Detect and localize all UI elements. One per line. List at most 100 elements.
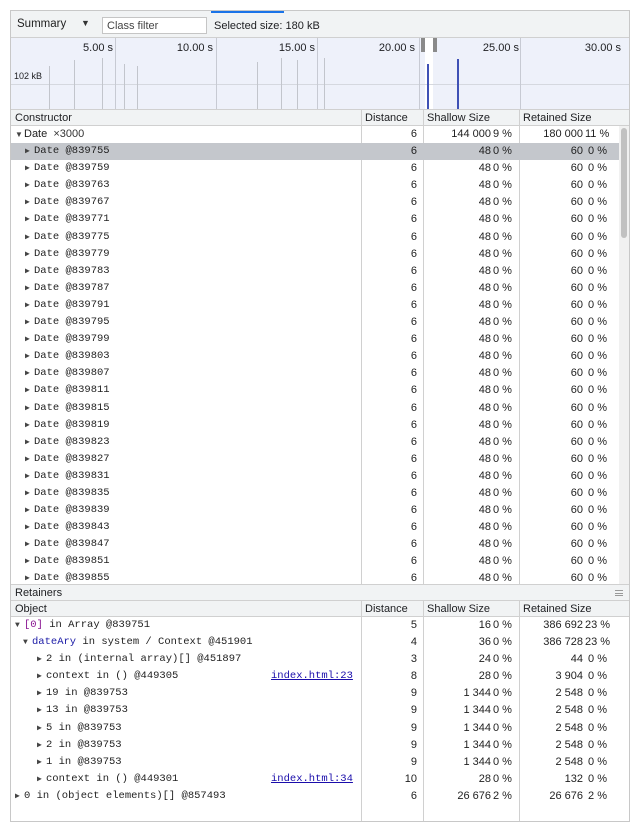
collapsed-triangle-icon[interactable]: ▶ [25, 451, 34, 468]
retainer-row[interactable]: ▶ 0 in (object elements)[] @857493 6 26 676… [11, 788, 619, 805]
table-row[interactable]: ▶ Date @839835 6 48 0 % 60 0 % [11, 485, 619, 502]
source-link[interactable]: index.html:34 [271, 771, 353, 788]
shallow-pct-cell: 0 % [493, 333, 512, 346]
distance-cell: 6 [410, 350, 417, 363]
constructor-group-row[interactable]: ▼Date ×3000 6 144 000 9 % 180 000 11 % [11, 126, 619, 143]
column-header-retained-size[interactable]: Retained Size [523, 112, 592, 124]
collapsed-triangle-icon[interactable]: ▶ [37, 702, 46, 719]
collapsed-triangle-icon[interactable]: ▶ [25, 348, 34, 365]
retainers-section-header[interactable]: Retainers [11, 584, 629, 601]
collapsed-triangle-icon[interactable]: ▶ [25, 143, 34, 160]
table-row[interactable]: ▶ Date @839843 6 48 0 % 60 0 % [11, 519, 619, 536]
range-right-handle[interactable] [433, 38, 437, 52]
table-row[interactable]: ▶ Date @839787 6 48 0 % 60 0 % [11, 280, 619, 297]
table-row[interactable]: ▶ Date @839807 6 48 0 % 60 0 % [11, 365, 619, 382]
allocation-timeline[interactable]: 102 kB 5.00 s 10.00 s 15.00 s 20.00 s 25… [11, 38, 629, 115]
collapsed-triangle-icon[interactable]: ▶ [37, 685, 46, 702]
collapsed-triangle-icon[interactable]: ▶ [37, 737, 46, 754]
collapsed-triangle-icon[interactable]: ▶ [25, 570, 34, 584]
table-row[interactable]: ▶ Date @839775 6 48 0 % 60 0 % [11, 229, 619, 246]
table-row[interactable]: ▶ Date @839783 6 48 0 % 60 0 % [11, 263, 619, 280]
collapsed-triangle-icon[interactable]: ▶ [15, 788, 24, 805]
retained-size-cell: 386 692 [543, 619, 583, 631]
retainer-row[interactable]: ▶ 13 in @839753 9 1 344 0 % 2 548 0 % [11, 702, 619, 719]
table-row[interactable]: ▶ Date @839819 6 48 0 % 60 0 % [11, 417, 619, 434]
collapsed-triangle-icon[interactable]: ▶ [37, 720, 46, 737]
collapsed-triangle-icon[interactable]: ▶ [25, 229, 34, 246]
collapsed-triangle-icon[interactable]: ▶ [25, 502, 34, 519]
collapsed-triangle-icon[interactable]: ▶ [25, 331, 34, 348]
table-row[interactable]: ▶ Date @839847 6 48 0 % 60 0 % [11, 536, 619, 553]
retainer-row[interactable]: ▶ 2 in @839753 9 1 344 0 % 2 548 0 % [11, 737, 619, 754]
collapsed-triangle-icon[interactable]: ▶ [37, 754, 46, 771]
collapsed-triangle-icon[interactable]: ▶ [25, 280, 34, 297]
table-row[interactable]: ▶ Date @839851 6 48 0 % 60 0 % [11, 553, 619, 570]
expanded-triangle-icon[interactable]: ▼ [23, 634, 32, 651]
view-select[interactable]: Summary ▼ [17, 18, 97, 32]
retainer-row[interactable]: ▶ 5 in @839753 9 1 344 0 % 2 548 0 % [11, 720, 619, 737]
table-row[interactable]: ▶ Date @839779 6 48 0 % 60 0 % [11, 246, 619, 263]
collapsed-triangle-icon[interactable]: ▶ [37, 771, 46, 788]
scroll-thumb[interactable] [621, 128, 627, 238]
collapsed-triangle-icon[interactable]: ▶ [25, 160, 34, 177]
retainer-row[interactable]: ▼ dateAry in system / Context @451901 4 36 0… [11, 634, 619, 651]
collapsed-triangle-icon[interactable]: ▶ [25, 365, 34, 382]
collapsed-triangle-icon[interactable]: ▶ [25, 177, 34, 194]
collapsed-triangle-icon[interactable]: ▶ [25, 417, 34, 434]
retainer-row[interactable]: ▶ 2 in (internal array)[] @451897 3 24 0 % 44… [11, 651, 619, 668]
collapsed-triangle-icon[interactable]: ▶ [25, 400, 34, 417]
table-row[interactable]: ▶ Date @839763 6 48 0 % 60 0 % [11, 177, 619, 194]
retained-pct-cell: 0 % [588, 384, 607, 397]
table-row[interactable]: ▶ Date @839767 6 48 0 % 60 0 % [11, 194, 619, 211]
table-row[interactable]: ▶ Date @839755 6 48 0 % 60 0 % [11, 143, 619, 161]
retained-pct-cell: 0 % [588, 452, 607, 465]
collapsed-triangle-icon[interactable]: ▶ [25, 519, 34, 536]
table-row[interactable]: ▶ Date @839759 6 48 0 % 60 0 % [11, 160, 619, 177]
retainer-row[interactable]: ▶ 19 in @839753 9 1 344 0 % 2 548 0 % [11, 685, 619, 702]
expanded-triangle-icon[interactable]: ▼ [15, 126, 24, 143]
collapsed-triangle-icon[interactable]: ▶ [25, 382, 34, 399]
class-filter-input[interactable] [102, 17, 207, 34]
column-header-shallow-size[interactable]: Shallow Size [427, 112, 490, 124]
column-header-shallow-size[interactable]: Shallow Size [427, 603, 490, 615]
column-header-retained-size[interactable]: Retained Size [523, 603, 592, 615]
constructor-scrollbar[interactable] [619, 126, 629, 584]
collapsed-triangle-icon[interactable]: ▶ [25, 485, 34, 502]
collapsed-triangle-icon[interactable]: ▶ [37, 668, 46, 685]
collapsed-triangle-icon[interactable]: ▶ [25, 536, 34, 553]
table-row[interactable]: ▶ Date @839823 6 48 0 % 60 0 % [11, 434, 619, 451]
collapsed-triangle-icon[interactable]: ▶ [25, 553, 34, 570]
collapsed-triangle-icon[interactable]: ▶ [25, 434, 34, 451]
collapsed-triangle-icon[interactable]: ▶ [37, 651, 46, 668]
table-row[interactable]: ▶ Date @839811 6 48 0 % 60 0 % [11, 382, 619, 399]
column-header-object[interactable]: Object [15, 603, 47, 615]
retainer-row[interactable]: ▶ context in () @449305 index.html:23 8 28 0 … [11, 668, 619, 685]
table-row[interactable]: ▶ Date @839771 6 48 0 % 60 0 % [11, 211, 619, 228]
table-row[interactable]: ▶ Date @839827 6 48 0 % 60 0 % [11, 451, 619, 468]
resize-handle-icon[interactable] [615, 590, 623, 596]
collapsed-triangle-icon[interactable]: ▶ [25, 211, 34, 228]
column-header-constructor[interactable]: Constructor [15, 112, 72, 124]
retainer-row[interactable]: ▼ [0] in Array @839751 5 16 0 % 386 692 23 % [11, 617, 619, 634]
table-row[interactable]: ▶ Date @839803 6 48 0 % 60 0 % [11, 348, 619, 365]
column-header-distance[interactable]: Distance [365, 112, 408, 124]
table-row[interactable]: ▶ Date @839795 6 48 0 % 60 0 % [11, 314, 619, 331]
table-row[interactable]: ▶ Date @839815 6 48 0 % 60 0 % [11, 400, 619, 417]
column-header-distance[interactable]: Distance [365, 603, 408, 615]
source-link[interactable]: index.html:23 [271, 668, 353, 685]
table-row[interactable]: ▶ Date @839831 6 48 0 % 60 0 % [11, 468, 619, 485]
collapsed-triangle-icon[interactable]: ▶ [25, 297, 34, 314]
table-row[interactable]: ▶ Date @839791 6 48 0 % 60 0 % [11, 297, 619, 314]
collapsed-triangle-icon[interactable]: ▶ [25, 468, 34, 485]
retainer-row[interactable]: ▶ context in () @449301 index.html:34 10 28 0… [11, 771, 619, 788]
range-left-handle[interactable] [421, 38, 425, 52]
collapsed-triangle-icon[interactable]: ▶ [25, 246, 34, 263]
table-row[interactable]: ▶ Date @839799 6 48 0 % 60 0 % [11, 331, 619, 348]
retainer-row[interactable]: ▶ 1 in @839753 9 1 344 0 % 2 548 0 % [11, 754, 619, 771]
table-row[interactable]: ▶ Date @839855 6 48 0 % 60 0 % [11, 570, 619, 584]
collapsed-triangle-icon[interactable]: ▶ [25, 194, 34, 211]
table-row[interactable]: ▶ Date @839839 6 48 0 % 60 0 % [11, 502, 619, 519]
collapsed-triangle-icon[interactable]: ▶ [25, 314, 34, 331]
expanded-triangle-icon[interactable]: ▼ [15, 617, 24, 634]
collapsed-triangle-icon[interactable]: ▶ [25, 263, 34, 280]
